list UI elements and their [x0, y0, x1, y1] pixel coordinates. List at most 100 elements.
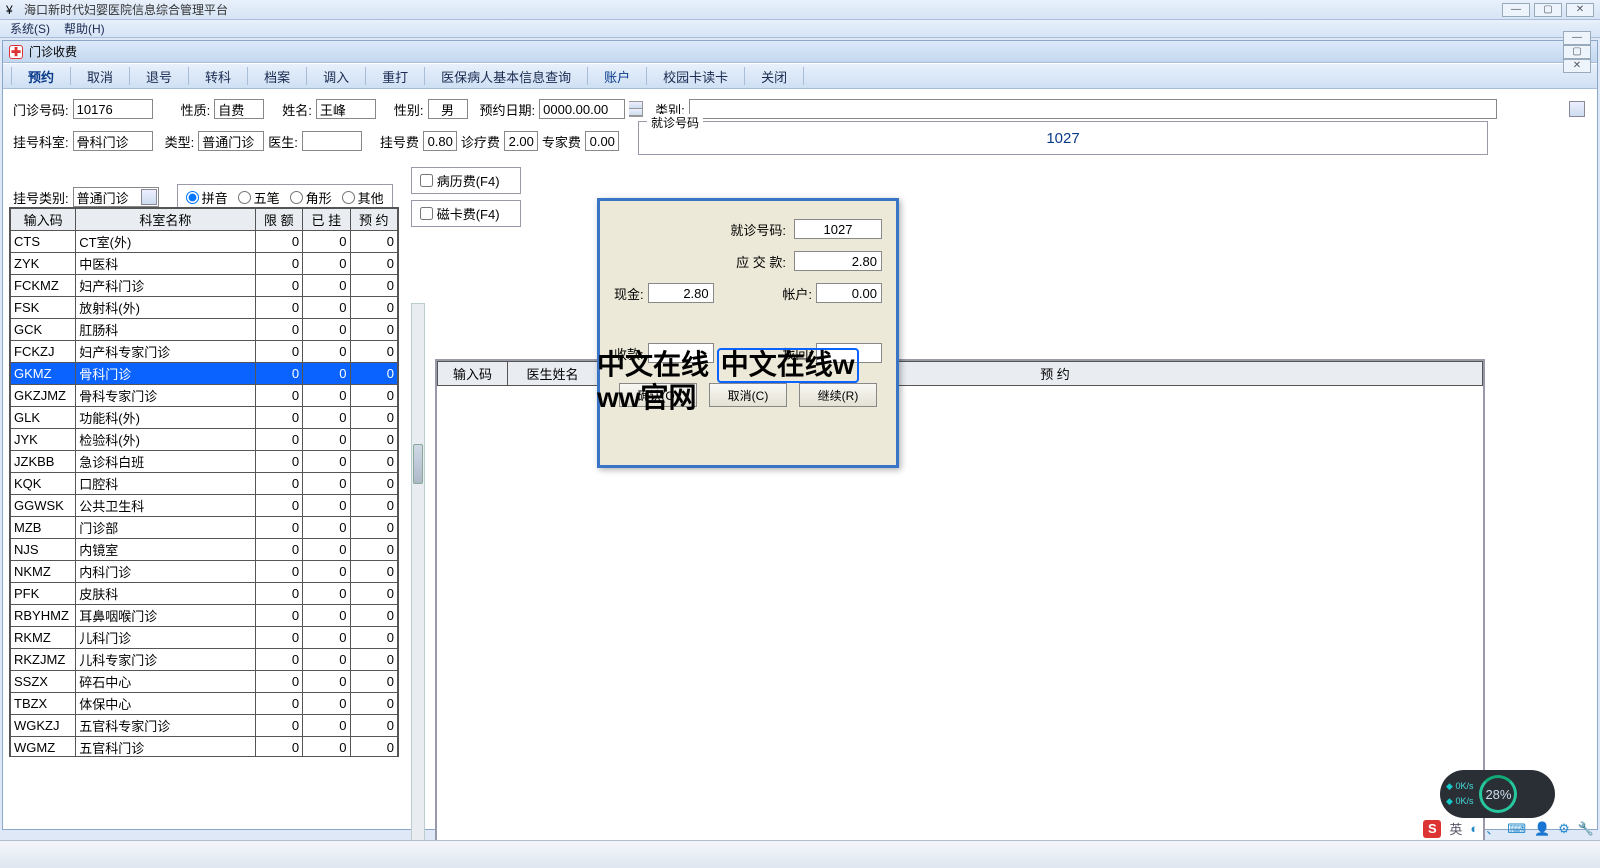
reg-fee-input[interactable]	[423, 131, 457, 151]
radio-wubi[interactable]: 五笔	[238, 188, 280, 207]
radio-jiaoxing[interactable]: 角形	[290, 188, 332, 207]
table-row[interactable]: RKZJMZ儿科专家门诊000	[11, 649, 398, 671]
tool-archive[interactable]: 档案	[256, 65, 298, 88]
app-maximize-button[interactable]: ▢	[1534, 3, 1562, 17]
table-row[interactable]: FSK放射科(外)000	[11, 297, 398, 319]
nature-input[interactable]	[214, 99, 264, 119]
dlg-receive-label: 收款:	[614, 344, 644, 363]
table-row[interactable]: CTSCT室(外)000	[11, 231, 398, 253]
tool-refund[interactable]: 退号	[138, 65, 180, 88]
table-row[interactable]: FCKZJ妇产科专家门诊000	[11, 341, 398, 363]
dlg-ok-button[interactable]: 确认(O)	[619, 383, 697, 407]
type-input[interactable]	[198, 131, 264, 151]
reg-cat-combo[interactable]	[73, 187, 159, 207]
table-row[interactable]: SSZX碎石中心000	[11, 671, 398, 693]
dlg-cash-input[interactable]	[648, 283, 714, 303]
tool-tune[interactable]: 调入	[315, 65, 357, 88]
table-row[interactable]: GKZJMZ骨科专家门诊000	[11, 385, 398, 407]
department-table[interactable]: 输入码 科室名称 限 额 已 挂 预 约 CTSCT室(外)000ZYK中医科0…	[9, 207, 399, 757]
dept-scrollbar[interactable]	[411, 303, 425, 863]
dept-th-res: 预 约	[350, 209, 398, 231]
radio-other[interactable]: 其他	[342, 188, 384, 207]
table-row[interactable]: RBYHMZ耳鼻咽喉门诊000	[11, 605, 398, 627]
sub-close-button[interactable]: ✕	[1563, 59, 1591, 73]
table-row[interactable]: GLK功能科(外)000	[11, 407, 398, 429]
table-row[interactable]: RKMZ儿科门诊000	[11, 627, 398, 649]
tray-user-icon[interactable]: 👤	[1534, 821, 1550, 837]
ime-indicator[interactable]: 英	[1449, 819, 1462, 838]
dlg-receive-input[interactable]	[648, 343, 714, 363]
name-input[interactable]	[316, 99, 376, 119]
outno-input[interactable]	[73, 99, 153, 119]
app-minimize-button[interactable]: —	[1502, 3, 1530, 17]
type-label: 类型:	[165, 132, 195, 151]
tool-transfer[interactable]: 转科	[197, 65, 239, 88]
sogou-icon[interactable]: S	[1423, 820, 1441, 838]
reserve-date-input[interactable]	[539, 99, 625, 119]
app-title: 海口新时代妇婴医院信息综合管理平台	[24, 1, 228, 18]
table-row[interactable]: PFK皮肤科000	[11, 583, 398, 605]
app-close-button[interactable]: ✕	[1566, 3, 1594, 17]
table-row[interactable]: WGMZ五官科门诊000	[11, 737, 398, 758]
dlg-account-label: 帐户:	[782, 284, 812, 303]
tray-keyboard-icon[interactable]: ⌨	[1507, 821, 1526, 837]
diag-fee-input[interactable]	[504, 131, 538, 151]
tool-cancel[interactable]: 取消	[79, 65, 121, 88]
check-card[interactable]	[420, 207, 433, 220]
tray-tool-icon[interactable]: 🔧	[1578, 821, 1594, 837]
category-combo[interactable]	[689, 99, 1497, 119]
radio-pinyin[interactable]: 拼音	[186, 188, 228, 207]
menu-help[interactable]: 帮助(H)	[64, 20, 105, 37]
dept-th-code: 输入码	[11, 209, 76, 231]
tool-close[interactable]: 关闭	[753, 65, 795, 88]
dlg-cancel-button[interactable]: 取消(C)	[709, 383, 787, 407]
table-row[interactable]: ZYK中医科000	[11, 253, 398, 275]
menubar: 系统(S) 帮助(H)	[0, 20, 1600, 38]
tool-insurance[interactable]: 医保病人基本信息查询	[433, 65, 579, 88]
network-widget[interactable]: ◆ 0K/s ◆ 0K/s 28%	[1440, 770, 1555, 818]
dlg-payable-input[interactable]	[794, 251, 882, 271]
table-row[interactable]: FCKMZ妇产科门诊000	[11, 275, 398, 297]
app-logo-icon: ¥	[6, 3, 20, 17]
sex-input[interactable]	[428, 99, 468, 119]
table-row[interactable]: TBZX体保中心000	[11, 693, 398, 715]
tool-reserve[interactable]: 预约	[20, 65, 62, 88]
doctor-input[interactable]	[302, 131, 362, 151]
dlg-change-input[interactable]	[816, 343, 882, 363]
dlg-visit-input[interactable]	[794, 219, 882, 239]
check-history[interactable]	[420, 174, 433, 187]
dlg-account-input[interactable]	[816, 283, 882, 303]
table-row[interactable]: JZKBB急诊科白班000	[11, 451, 398, 473]
tool-campus[interactable]: 校园卡读卡	[655, 65, 736, 88]
app-titlebar: ¥ 海口新时代妇婴医院信息综合管理平台 — ▢ ✕	[0, 0, 1600, 20]
table-row[interactable]: GGWSK公共卫生科000	[11, 495, 398, 517]
tray-moon-icon[interactable]: ◐	[1470, 821, 1478, 836]
taskbar[interactable]	[0, 840, 1600, 868]
tray-gear-icon[interactable]: ⚙	[1558, 821, 1570, 837]
dlg-continue-button[interactable]: 继续(R)	[799, 383, 877, 407]
expert-fee-input[interactable]	[585, 131, 619, 151]
table-row[interactable]: KQK口腔科000	[11, 473, 398, 495]
dlg-change-label: 找回:	[782, 344, 812, 363]
doctor-table[interactable]: 输入码 医生姓名 限 预 约	[435, 359, 1485, 859]
date-spinner[interactable]	[629, 101, 643, 117]
table-row[interactable]: JYK检验科(外)000	[11, 429, 398, 451]
table-row[interactable]: GKMZ骨科门诊000	[11, 363, 398, 385]
tool-reprint[interactable]: 重打	[374, 65, 416, 88]
table-row[interactable]: NJS内镜室000	[11, 539, 398, 561]
sub-maximize-button[interactable]: ▢	[1563, 45, 1591, 59]
tray-dot-icon[interactable]: 、	[1486, 819, 1499, 838]
subwindow-titlebar: ✚ 门诊收费 — ▢ ✕	[3, 41, 1597, 63]
table-row[interactable]: WGKZJ五官科专家门诊000	[11, 715, 398, 737]
table-row[interactable]: GCK肛肠科000	[11, 319, 398, 341]
dept-th-name: 科室名称	[76, 209, 255, 231]
dept-input[interactable]	[73, 131, 153, 151]
menu-system[interactable]: 系统(S)	[10, 20, 50, 37]
visit-no-legend: 就诊号码	[647, 114, 703, 131]
table-row[interactable]: NKMZ内科门诊000	[11, 561, 398, 583]
tool-account[interactable]: 账户	[596, 65, 638, 88]
reg-cat-label: 挂号类别:	[13, 188, 69, 207]
dlg-visit-label: 就诊号码:	[730, 220, 786, 239]
sub-minimize-button[interactable]: —	[1563, 31, 1591, 45]
table-row[interactable]: MZB门诊部000	[11, 517, 398, 539]
